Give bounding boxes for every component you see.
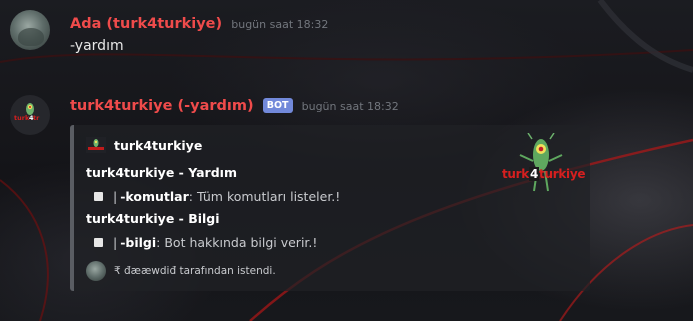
author-logo-icon <box>86 137 106 153</box>
field-title-bilgi: turk4turkiye - Bilgi <box>86 211 220 226</box>
embed-thumbnail[interactable]: turk4turkiye <box>500 132 586 195</box>
field-value-komutlar: | -komutlar : Tüm komutları listeler.! <box>94 189 340 204</box>
command-description: : Bot hakkında bilgi verir.! <box>156 235 318 250</box>
plankton-logo-icon <box>519 132 563 192</box>
wordmark-left: turk <box>502 167 529 181</box>
field-value-bilgi: | -bilgi : Bot hakkında bilgi verir.! <box>94 235 317 250</box>
pipe-separator: | <box>113 235 118 250</box>
embed-footer: ₹ đææwdiđ tarafından istendi. <box>86 261 276 281</box>
message-header: turk4turkiye (-yardım) BOT bugün saat 18… <box>70 95 399 114</box>
footer-avatar-icon <box>86 261 106 281</box>
bot-tag: BOT <box>262 98 293 113</box>
bot-username[interactable]: turk4turkiye (-yardım) <box>70 98 254 114</box>
thumbnail-wordmark: turk4turkiye <box>502 167 586 181</box>
wordmark-num: 4 <box>528 167 540 181</box>
command-name: -bilgi <box>120 235 157 250</box>
footer-text: ₹ đææwdiđ tarafından istendi. <box>114 265 276 277</box>
user-avatar[interactable] <box>10 10 50 50</box>
plankton-icon: turk 4 tr <box>14 103 40 122</box>
message-content: -yardım <box>70 38 124 54</box>
wordmark-right: turkiye <box>539 167 586 181</box>
command-name: -komutlar <box>120 189 189 204</box>
username[interactable]: Ada (turk4turkiye) <box>70 16 222 32</box>
embed: turk4turkiye turk4turkiye turk4turkiye -… <box>70 125 590 291</box>
timestamp: bugün saat 18:32 <box>301 100 399 113</box>
pipe-separator: | <box>113 189 118 204</box>
checkbox-icon <box>94 238 103 247</box>
embed-author-name[interactable]: turk4turkiye <box>114 138 202 153</box>
field-title-yardim: turk4turkiye - Yardım <box>86 165 237 180</box>
command-description: : Tüm komutları listeler.! <box>188 189 341 204</box>
message-header: Ada (turk4turkiye) bugün saat 18:32 <box>70 13 328 32</box>
embed-author: turk4turkiye <box>86 137 202 153</box>
timestamp: bugün saat 18:32 <box>231 18 329 31</box>
bot-avatar[interactable]: turk 4 tr <box>10 95 50 135</box>
message-user: Ada (turk4turkiye) bugün saat 18:32 -yar… <box>0 10 693 62</box>
svg-text:tr: tr <box>33 114 40 122</box>
svg-text:turk: turk <box>14 114 30 122</box>
checkbox-icon <box>94 192 103 201</box>
